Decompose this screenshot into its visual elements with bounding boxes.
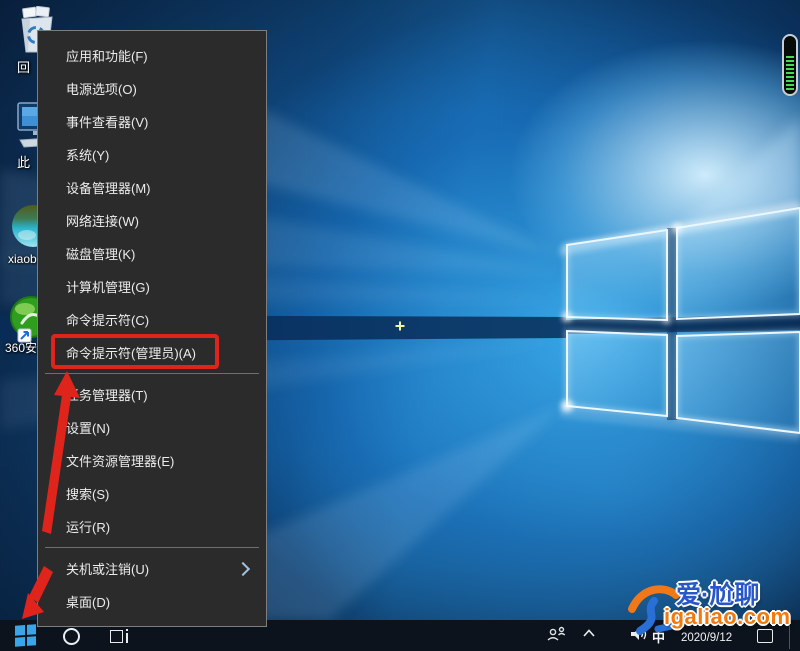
menu-item-label: 事件查看器(V) [66,112,148,131]
menu-item-label: 设置(N) [66,418,110,437]
menu-item-network-connections[interactable]: 网络连接(W) [38,204,266,237]
menu-item-label: 命令提示符(管理员)(A) [66,343,196,362]
menu-item-device-manager[interactable]: 设备管理器(M) [38,171,266,204]
menu-item-shutdown-signout[interactable]: 关机或注销(U) [38,552,266,585]
volume-level-bars [786,56,794,90]
menu-item-label: 任务管理器(T) [66,385,148,404]
show-desktop-divider [789,622,790,649]
cortana-search-button[interactable] [63,628,80,645]
desktop-icon-label: 回 [17,57,30,76]
menu-item-label: 搜索(S) [66,484,109,503]
volume-level-indicator [782,34,798,96]
menu-item-search[interactable]: 搜索(S) [38,477,266,510]
people-button[interactable] [546,625,568,643]
tray-overflow-chevron-icon[interactable] [582,628,596,638]
menu-item-label: 应用和功能(F) [66,46,148,65]
menu-item-label: 设备管理器(M) [66,178,151,197]
desktop-icon-label: xiaob [8,252,37,266]
menu-item-power-options[interactable]: 电源选项(O) [38,72,266,105]
menu-item-task-manager[interactable]: 任务管理器(T) [38,378,266,411]
submenu-chevron-icon [236,561,250,575]
menu-item-label: 运行(R) [66,517,110,536]
menu-item-command-prompt-admin[interactable]: 命令提示符(管理员)(A) [38,336,266,369]
volume-button[interactable] [629,626,649,642]
task-view-icon [126,629,128,631]
menu-item-system[interactable]: 系统(Y) [38,138,266,171]
task-view-icon [126,633,128,643]
menu-separator [45,547,259,548]
task-view-button[interactable] [110,629,128,643]
menu-item-run[interactable]: 运行(R) [38,510,266,543]
plus-icon [399,321,401,330]
menu-item-file-explorer[interactable]: 文件资源管理器(E) [38,444,266,477]
menu-item-label: 系统(Y) [66,145,109,164]
menu-item-apps-features[interactable]: 应用和功能(F) [38,39,266,72]
menu-item-label: 文件资源管理器(E) [66,451,174,470]
winx-menu: 应用和功能(F) 电源选项(O) 事件查看器(V) 系统(Y) 设备管理器(M)… [37,30,267,627]
taskbar-date[interactable]: 2020/9/12 [681,632,732,644]
windows-desktop: 回 此 xiaob 360安 [0,0,800,651]
task-view-icon [110,630,123,643]
windows-logo-icon [15,625,25,635]
menu-item-settings[interactable]: 设置(N) [38,411,266,444]
ime-indicator[interactable]: 中 [652,627,665,646]
menu-item-label: 电源选项(O) [66,79,137,98]
menu-item-desktop[interactable]: 桌面(D) [38,585,266,618]
menu-item-event-viewer[interactable]: 事件查看器(V) [38,105,266,138]
menu-separator [45,373,259,374]
desktop-icon-label: 此 [17,152,30,171]
action-center-icon[interactable] [757,629,773,643]
menu-item-label: 桌面(D) [66,592,110,611]
menu-item-disk-management[interactable]: 磁盘管理(K) [38,237,266,270]
windows-logo-icon [27,636,37,646]
menu-item-label: 磁盘管理(K) [66,244,135,263]
start-button[interactable] [15,624,36,646]
menu-item-computer-management[interactable]: 计算机管理(G) [38,270,266,303]
menu-item-label: 命令提示符(C) [66,310,149,329]
menu-item-label: 关机或注销(U) [66,559,149,578]
menu-item-label: 计算机管理(G) [66,277,150,296]
windows-logo-icon [27,624,37,634]
menu-item-label: 网络连接(W) [66,211,139,230]
windows-logo-icon [15,637,25,647]
menu-item-command-prompt[interactable]: 命令提示符(C) [38,303,266,336]
